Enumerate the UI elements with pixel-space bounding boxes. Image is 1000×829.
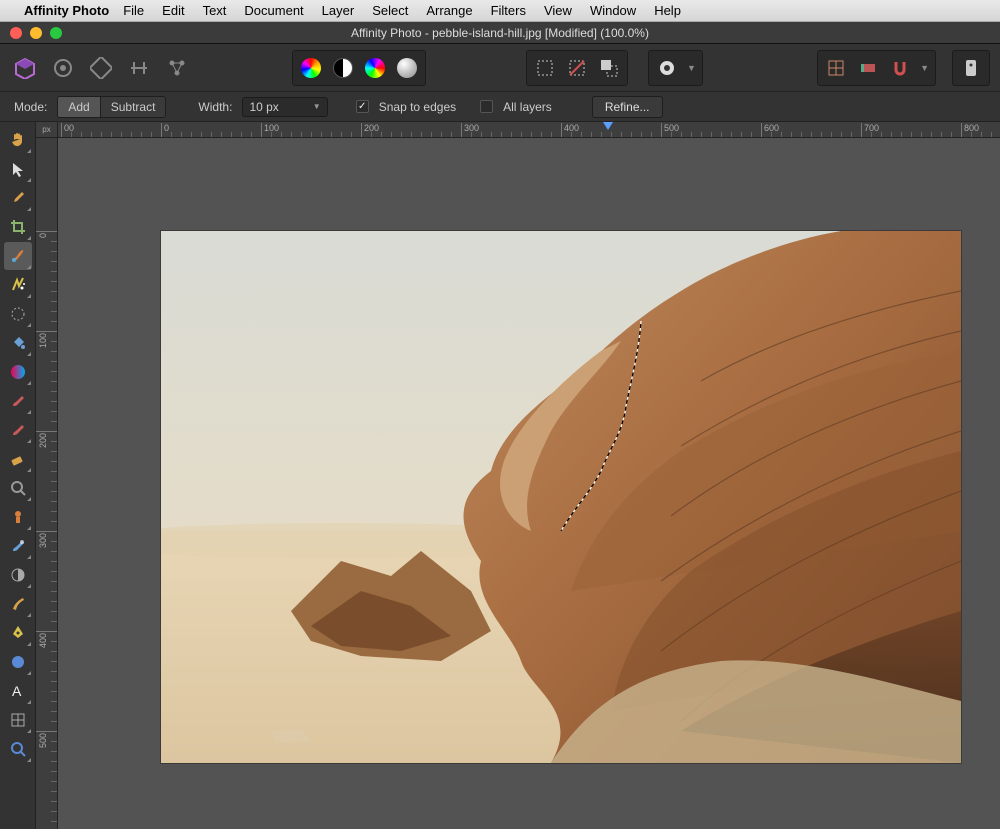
ruler-vertical[interactable]: 0 100 200 300 400 500: [36, 138, 58, 829]
refine-button[interactable]: Refine...: [592, 96, 663, 118]
snap-to-edges-label: Snap to edges: [379, 100, 456, 114]
window-minimize-icon[interactable]: [30, 27, 42, 39]
macos-menubar: Affinity Photo File Edit Text Document L…: [0, 0, 1000, 22]
selection-marquee-icon[interactable]: [531, 54, 559, 82]
ruler-v-tick: 100: [38, 333, 48, 348]
ruler-horizontal[interactable]: 000100200300400500600700800: [58, 122, 1000, 138]
width-value: 10 px: [249, 100, 278, 114]
photo-persona-icon[interactable]: [10, 53, 40, 83]
grid-snap-icon[interactable]: [822, 54, 850, 82]
menu-help[interactable]: Help: [654, 3, 681, 18]
dodge-tool-icon[interactable]: [4, 561, 32, 589]
pixel-brush-tool-icon[interactable]: [4, 416, 32, 444]
svg-text:A: A: [12, 683, 22, 699]
ruler-cursor-marker-icon: [603, 122, 613, 130]
window-title: Affinity Photo - pebble-island-hill.jpg …: [0, 26, 1000, 40]
ruler-v-tick: 500: [38, 733, 48, 748]
color-swatch-bw-icon[interactable]: [329, 54, 357, 82]
window-titlebar: Affinity Photo - pebble-island-hill.jpg …: [0, 22, 1000, 44]
shape-tool-icon[interactable]: [4, 648, 32, 676]
width-label: Width:: [198, 100, 232, 114]
snapping-icon[interactable]: [886, 54, 914, 82]
hand-tool-icon[interactable]: [4, 126, 32, 154]
menu-file[interactable]: File: [123, 3, 144, 18]
color-swatch-grey-icon[interactable]: [393, 54, 421, 82]
window-zoom-icon[interactable]: [50, 27, 62, 39]
tools-panel: A: [0, 122, 36, 829]
color-picker-tool-icon[interactable]: [4, 184, 32, 212]
pen-tool-icon[interactable]: [4, 619, 32, 647]
snap-to-edges-checkbox[interactable]: ✓: [356, 100, 369, 113]
menu-view[interactable]: View: [544, 3, 572, 18]
selection-invert-icon[interactable]: [595, 54, 623, 82]
flood-fill-tool-icon[interactable]: [4, 329, 32, 357]
move-tool-icon[interactable]: [4, 155, 32, 183]
ruler-h-tick: 0: [161, 123, 169, 137]
develop-persona-icon[interactable]: [86, 53, 116, 83]
zoom-blur-tool-icon[interactable]: [4, 474, 32, 502]
menu-filters[interactable]: Filters: [491, 3, 526, 18]
main-toolbar: ▼ ▼: [0, 44, 1000, 92]
quickmask-icon[interactable]: [653, 54, 681, 82]
inpaint-tool-icon[interactable]: [4, 503, 32, 531]
window-close-icon[interactable]: [10, 27, 22, 39]
mode-add-button[interactable]: Add: [58, 97, 100, 117]
menu-edit[interactable]: Edit: [162, 3, 184, 18]
selection-deselect-icon[interactable]: [563, 54, 591, 82]
mode-label: Mode:: [14, 100, 47, 114]
ruler-v-tick: 300: [38, 533, 48, 548]
ruler-v-tick: 200: [38, 433, 48, 448]
canvas-area: px 000100200300400500600700800 010020030…: [36, 122, 1000, 829]
menu-layer[interactable]: Layer: [322, 3, 355, 18]
auto-select-tool-icon[interactable]: [4, 271, 32, 299]
menu-window[interactable]: Window: [590, 3, 636, 18]
canvas-viewport[interactable]: [58, 138, 1000, 829]
document-canvas[interactable]: [161, 231, 961, 763]
view-zoom-tool-icon[interactable]: [4, 735, 32, 763]
chevron-down-icon[interactable]: ▼: [685, 63, 698, 73]
all-layers-checkbox[interactable]: [480, 100, 493, 113]
selection-brush-tool-icon[interactable]: [4, 242, 32, 270]
color-swatch-hue-icon[interactable]: [361, 54, 389, 82]
export-persona-icon[interactable]: [162, 53, 192, 83]
workspace: A px 000100200300400500600700800 0100200…: [0, 122, 1000, 829]
paint-brush-tool-icon[interactable]: [4, 387, 32, 415]
marquee-tool-icon[interactable]: [4, 300, 32, 328]
app-menu[interactable]: Affinity Photo: [24, 3, 109, 18]
mesh-tool-icon[interactable]: [4, 706, 32, 734]
chevron-down-icon: ▼: [313, 102, 321, 111]
mode-subtract-button[interactable]: Subtract: [101, 97, 166, 117]
menu-document[interactable]: Document: [244, 3, 303, 18]
menu-text[interactable]: Text: [203, 3, 227, 18]
ruler-v-tick: 400: [38, 633, 48, 648]
assistant-icon[interactable]: [957, 54, 985, 82]
force-pixel-align-icon[interactable]: [854, 54, 882, 82]
gradient-tool-icon[interactable]: [4, 358, 32, 386]
ruler-v-tick: 0: [38, 233, 48, 238]
tonemap-persona-icon[interactable]: [124, 53, 154, 83]
menu-arrange[interactable]: Arrange: [426, 3, 472, 18]
context-toolbar: Mode: Add Subtract Width: 10 px ▼ ✓ Snap…: [0, 92, 1000, 122]
width-combo[interactable]: 10 px ▼: [242, 97, 327, 117]
mode-segmented: Add Subtract: [57, 96, 166, 118]
crop-tool-icon[interactable]: [4, 213, 32, 241]
chevron-down-icon[interactable]: ▼: [918, 63, 931, 73]
color-swatch-rainbow-icon[interactable]: [297, 54, 325, 82]
menu-select[interactable]: Select: [372, 3, 408, 18]
ruler-unit-label[interactable]: px: [36, 122, 58, 138]
smudge-tool-icon[interactable]: [4, 590, 32, 618]
all-layers-label: All layers: [503, 100, 552, 114]
erase-brush-tool-icon[interactable]: [4, 445, 32, 473]
clone-tool-icon[interactable]: [4, 532, 32, 560]
liquify-persona-icon[interactable]: [48, 53, 78, 83]
ruler-h-tick: 00: [61, 123, 74, 137]
text-tool-icon[interactable]: A: [4, 677, 32, 705]
